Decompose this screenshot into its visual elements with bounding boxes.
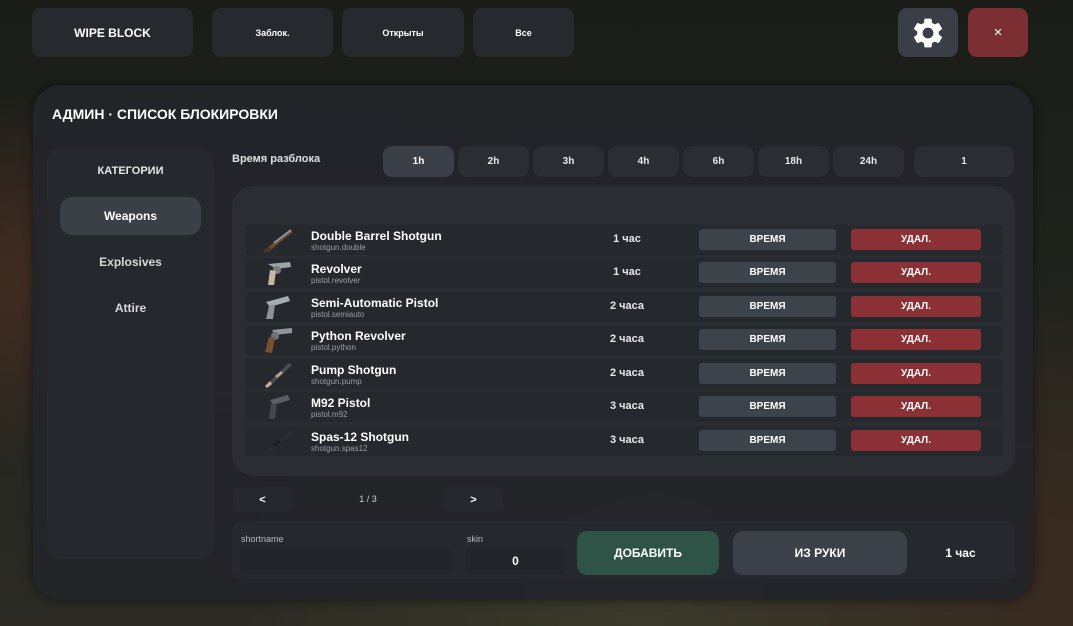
item-shortname: pistol.revolver xyxy=(311,276,361,285)
time-option-18h[interactable]: 18h xyxy=(758,146,829,177)
page-indicator: 1 / 3 xyxy=(359,494,377,504)
item-shortname: pistol.python xyxy=(311,343,356,352)
pump-shotgun-icon xyxy=(265,363,292,388)
item-name: Double Barrel Shotgun xyxy=(311,229,442,243)
spas12-shotgun-icon xyxy=(265,431,293,454)
item-shortname: pistol.m92 xyxy=(311,410,348,419)
item-row: Semi-Automatic Pistol pistol.semiauto 2 … xyxy=(246,292,1002,322)
time-option-2h[interactable]: 2h xyxy=(458,146,529,177)
shortname-label: shortname xyxy=(241,534,284,544)
item-duration: 2 часа xyxy=(609,300,645,312)
item-duration: 1 час xyxy=(613,233,641,245)
item-name: Revolver xyxy=(311,262,362,276)
item-row: Pump Shotgun shotgun.pump 2 часа ВРЕМЯ У… xyxy=(246,359,1002,389)
category-attire[interactable]: Attire xyxy=(60,289,201,327)
item-duration: 3 часа xyxy=(609,400,645,412)
skin-label: skin xyxy=(467,534,484,544)
category-weapons[interactable]: Weapons xyxy=(60,197,201,235)
item-time-button[interactable]: ВРЕМЯ xyxy=(699,329,836,350)
item-time-button[interactable]: ВРЕМЯ xyxy=(699,262,836,283)
admin-panel: АДМИН · СПИСОК БЛОКИРОВКИ КАТЕГОРИИ Weap… xyxy=(33,85,1033,600)
time-option-24h[interactable]: 24h xyxy=(833,146,904,177)
item-duration: 1 час xyxy=(613,266,641,278)
time-option-custom[interactable]: 1 xyxy=(914,146,1014,177)
item-name: Spas-12 Shotgun xyxy=(311,430,410,444)
item-delete-button[interactable]: УДАЛ. xyxy=(851,262,981,283)
categories-title: КАТЕГОРИИ xyxy=(97,165,164,177)
from-hand-button[interactable]: ИЗ РУКИ xyxy=(733,531,907,575)
item-delete-button[interactable]: УДАЛ. xyxy=(851,329,981,350)
filter-all-button[interactable]: Все xyxy=(473,8,574,57)
item-name: Semi-Automatic Pistol xyxy=(311,296,439,310)
time-option-4h[interactable]: 4h xyxy=(608,146,679,177)
item-row: Spas-12 Shotgun shotgun.spas12 3 часа ВР… xyxy=(246,426,1002,456)
item-list-panel: Double Barrel Shotgun shotgun.double 1 ч… xyxy=(232,186,1015,476)
item-delete-button[interactable]: УДАЛ. xyxy=(851,396,981,417)
item-shortname: shotgun.pump xyxy=(311,377,362,386)
close-icon: × xyxy=(993,24,1003,41)
item-time-button[interactable]: ВРЕМЯ xyxy=(699,363,836,384)
next-page-button[interactable]: > xyxy=(444,487,503,512)
filter-open-button[interactable]: Открыты xyxy=(342,8,464,57)
item-delete-button[interactable]: УДАЛ. xyxy=(851,296,981,317)
item-time-button[interactable]: ВРЕМЯ xyxy=(699,229,836,250)
filter-locked-button[interactable]: Заблок. xyxy=(212,8,333,57)
settings-button[interactable] xyxy=(898,8,958,57)
revolver-icon xyxy=(268,262,291,285)
item-row: Revolver pistol.revolver 1 час ВРЕМЯ УДА… xyxy=(246,258,1002,288)
category-explosives[interactable]: Explosives xyxy=(60,243,201,281)
item-row: Double Barrel Shotgun shotgun.double 1 ч… xyxy=(246,225,1002,255)
panel-title: АДМИН · СПИСОК БЛОКИРОВКИ xyxy=(52,106,278,122)
prev-page-button[interactable]: < xyxy=(233,487,292,512)
item-row: Python Revolver pistol.python 2 часа ВРЕ… xyxy=(246,325,1002,355)
item-shortname: shotgun.spas12 xyxy=(311,444,368,453)
item-time-button[interactable]: ВРЕМЯ xyxy=(699,296,836,317)
semi-automatic-pistol-icon xyxy=(266,296,290,319)
item-row: M92 Pistol pistol.m92 3 часа ВРЕМЯ УДАЛ. xyxy=(246,392,1002,422)
item-duration: 2 часа xyxy=(609,333,645,345)
wipe-block-button[interactable]: WIPE BLOCK xyxy=(32,8,193,57)
time-option-6h[interactable]: 6h xyxy=(683,146,754,177)
add-time-value[interactable]: 1 час xyxy=(923,546,998,560)
close-button[interactable]: × xyxy=(968,8,1028,57)
shortname-input[interactable] xyxy=(240,548,452,574)
item-time-button[interactable]: ВРЕМЯ xyxy=(699,430,836,451)
m92-pistol-icon xyxy=(269,395,290,419)
skin-input[interactable] xyxy=(466,548,565,574)
item-delete-button[interactable]: УДАЛ. xyxy=(851,430,981,451)
add-button[interactable]: ДОБАВИТЬ xyxy=(577,531,719,575)
python-revolver-icon xyxy=(265,328,292,353)
gear-icon xyxy=(913,18,943,47)
double-barrel-shotgun-icon xyxy=(263,229,293,253)
item-duration: 3 часа xyxy=(609,434,645,446)
item-name: Pump Shotgun xyxy=(311,363,397,377)
item-delete-button[interactable]: УДАЛ. xyxy=(851,363,981,384)
unlock-time-label: Время разблока xyxy=(232,153,321,165)
item-delete-button[interactable]: УДАЛ. xyxy=(851,229,981,250)
item-duration: 2 часа xyxy=(609,367,645,379)
item-shortname: pistol.semiauto xyxy=(311,310,365,319)
item-shortname: shotgun.double xyxy=(311,243,366,252)
item-name: M92 Pistol xyxy=(311,396,371,410)
item-time-button[interactable]: ВРЕМЯ xyxy=(699,396,836,417)
item-name: Python Revolver xyxy=(311,329,406,343)
time-option-1h[interactable]: 1h xyxy=(383,146,454,177)
categories-panel: КАТЕГОРИИ Weapons Explosives Attire xyxy=(47,148,214,559)
time-option-3h[interactable]: 3h xyxy=(533,146,604,177)
